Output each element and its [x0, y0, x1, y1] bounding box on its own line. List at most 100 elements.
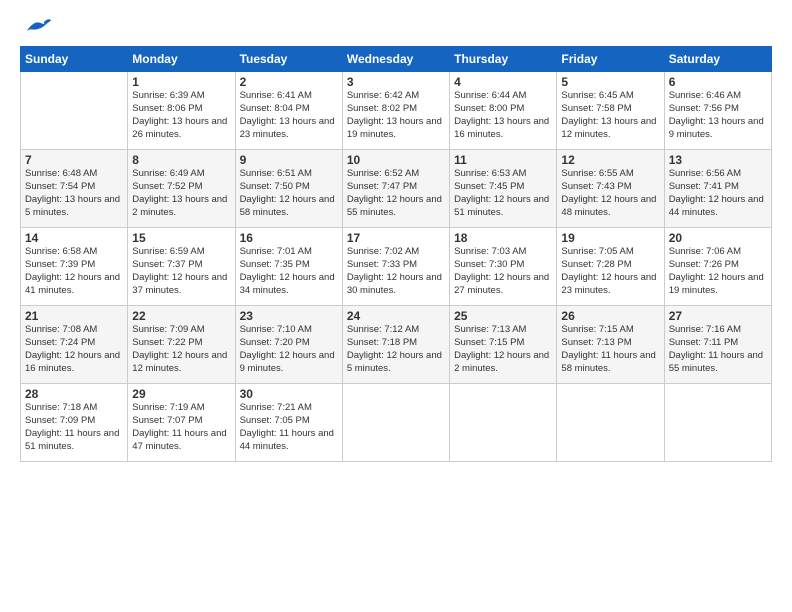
sunrise-text: Sunrise: 6:53 AM [454, 168, 526, 179]
daylight-text: Daylight: 12 hours and 55 minutes. [347, 194, 442, 218]
sunrise-text: Sunrise: 7:10 AM [240, 324, 312, 335]
sunset-text: Sunset: 7:54 PM [25, 181, 95, 192]
sunrise-text: Sunrise: 6:55 AM [561, 168, 633, 179]
page: SundayMondayTuesdayWednesdayThursdayFrid… [0, 0, 792, 612]
calendar-cell: 14Sunrise: 6:58 AMSunset: 7:39 PMDayligh… [21, 228, 128, 306]
sunset-text: Sunset: 7:56 PM [669, 103, 739, 114]
day-number: 24 [347, 309, 445, 323]
calendar-cell: 3Sunrise: 6:42 AMSunset: 8:02 PMDaylight… [342, 72, 449, 150]
daylight-text: Daylight: 12 hours and 12 minutes. [132, 350, 227, 374]
daylight-text: Daylight: 12 hours and 23 minutes. [561, 272, 656, 296]
day-number: 30 [240, 387, 338, 401]
calendar-cell: 26Sunrise: 7:15 AMSunset: 7:13 PMDayligh… [557, 306, 664, 384]
sunrise-text: Sunrise: 6:39 AM [132, 90, 204, 101]
weekday-header-thursday: Thursday [450, 47, 557, 72]
daylight-text: Daylight: 12 hours and 34 minutes. [240, 272, 335, 296]
calendar-cell: 5Sunrise: 6:45 AMSunset: 7:58 PMDaylight… [557, 72, 664, 150]
sunrise-text: Sunrise: 7:18 AM [25, 402, 97, 413]
sunset-text: Sunset: 8:06 PM [132, 103, 202, 114]
sunrise-text: Sunrise: 7:13 AM [454, 324, 526, 335]
sunset-text: Sunset: 7:58 PM [561, 103, 631, 114]
day-number: 11 [454, 153, 552, 167]
day-number: 8 [132, 153, 230, 167]
calendar-table: SundayMondayTuesdayWednesdayThursdayFrid… [20, 46, 772, 462]
calendar-cell: 10Sunrise: 6:52 AMSunset: 7:47 PMDayligh… [342, 150, 449, 228]
calendar-cell: 25Sunrise: 7:13 AMSunset: 7:15 PMDayligh… [450, 306, 557, 384]
sunset-text: Sunset: 7:22 PM [132, 337, 202, 348]
sunrise-text: Sunrise: 6:58 AM [25, 246, 97, 257]
calendar-cell: 20Sunrise: 7:06 AMSunset: 7:26 PMDayligh… [664, 228, 771, 306]
daylight-text: Daylight: 12 hours and 16 minutes. [25, 350, 120, 374]
sunrise-text: Sunrise: 6:51 AM [240, 168, 312, 179]
day-number: 25 [454, 309, 552, 323]
daylight-text: Daylight: 11 hours and 44 minutes. [240, 428, 334, 452]
calendar-cell: 30Sunrise: 7:21 AMSunset: 7:05 PMDayligh… [235, 384, 342, 462]
calendar-week-1: 1Sunrise: 6:39 AMSunset: 8:06 PMDaylight… [21, 72, 772, 150]
sunset-text: Sunset: 7:13 PM [561, 337, 631, 348]
calendar-cell [557, 384, 664, 462]
day-number: 21 [25, 309, 123, 323]
daylight-text: Daylight: 12 hours and 30 minutes. [347, 272, 442, 296]
sunset-text: Sunset: 7:24 PM [25, 337, 95, 348]
sunrise-text: Sunrise: 7:15 AM [561, 324, 633, 335]
sunset-text: Sunset: 7:15 PM [454, 337, 524, 348]
daylight-text: Daylight: 12 hours and 27 minutes. [454, 272, 549, 296]
day-number: 19 [561, 231, 659, 245]
sunset-text: Sunset: 7:37 PM [132, 259, 202, 270]
day-number: 17 [347, 231, 445, 245]
sunrise-text: Sunrise: 6:48 AM [25, 168, 97, 179]
day-number: 18 [454, 231, 552, 245]
weekday-header-row: SundayMondayTuesdayWednesdayThursdayFrid… [21, 47, 772, 72]
calendar-cell: 18Sunrise: 7:03 AMSunset: 7:30 PMDayligh… [450, 228, 557, 306]
day-number: 5 [561, 75, 659, 89]
day-number: 2 [240, 75, 338, 89]
calendar-cell: 11Sunrise: 6:53 AMSunset: 7:45 PMDayligh… [450, 150, 557, 228]
weekday-header-monday: Monday [128, 47, 235, 72]
header [20, 16, 772, 36]
calendar-week-2: 7Sunrise: 6:48 AMSunset: 7:54 PMDaylight… [21, 150, 772, 228]
sunrise-text: Sunrise: 7:12 AM [347, 324, 419, 335]
sunrise-text: Sunrise: 6:56 AM [669, 168, 741, 179]
calendar-cell: 2Sunrise: 6:41 AMSunset: 8:04 PMDaylight… [235, 72, 342, 150]
sunrise-text: Sunrise: 6:41 AM [240, 90, 312, 101]
day-number: 22 [132, 309, 230, 323]
day-number: 23 [240, 309, 338, 323]
day-number: 16 [240, 231, 338, 245]
daylight-text: Daylight: 12 hours and 41 minutes. [25, 272, 120, 296]
sunrise-text: Sunrise: 7:01 AM [240, 246, 312, 257]
sunset-text: Sunset: 7:18 PM [347, 337, 417, 348]
calendar-cell: 12Sunrise: 6:55 AMSunset: 7:43 PMDayligh… [557, 150, 664, 228]
calendar-cell [664, 384, 771, 462]
calendar-cell: 7Sunrise: 6:48 AMSunset: 7:54 PMDaylight… [21, 150, 128, 228]
calendar-week-5: 28Sunrise: 7:18 AMSunset: 7:09 PMDayligh… [21, 384, 772, 462]
calendar-week-4: 21Sunrise: 7:08 AMSunset: 7:24 PMDayligh… [21, 306, 772, 384]
calendar-week-3: 14Sunrise: 6:58 AMSunset: 7:39 PMDayligh… [21, 228, 772, 306]
day-number: 27 [669, 309, 767, 323]
sunset-text: Sunset: 8:02 PM [347, 103, 417, 114]
sunset-text: Sunset: 7:41 PM [669, 181, 739, 192]
day-number: 3 [347, 75, 445, 89]
daylight-text: Daylight: 12 hours and 37 minutes. [132, 272, 227, 296]
sunset-text: Sunset: 7:28 PM [561, 259, 631, 270]
day-number: 13 [669, 153, 767, 167]
daylight-text: Daylight: 13 hours and 9 minutes. [669, 116, 764, 140]
day-number: 9 [240, 153, 338, 167]
daylight-text: Daylight: 12 hours and 58 minutes. [240, 194, 335, 218]
weekday-header-wednesday: Wednesday [342, 47, 449, 72]
sunrise-text: Sunrise: 6:49 AM [132, 168, 204, 179]
daylight-text: Daylight: 13 hours and 12 minutes. [561, 116, 656, 140]
daylight-text: Daylight: 13 hours and 26 minutes. [132, 116, 227, 140]
daylight-text: Daylight: 11 hours and 58 minutes. [561, 350, 655, 374]
calendar-cell: 19Sunrise: 7:05 AMSunset: 7:28 PMDayligh… [557, 228, 664, 306]
daylight-text: Daylight: 11 hours and 47 minutes. [132, 428, 226, 452]
sunrise-text: Sunrise: 7:09 AM [132, 324, 204, 335]
sunrise-text: Sunrise: 7:06 AM [669, 246, 741, 257]
calendar-cell [342, 384, 449, 462]
sunset-text: Sunset: 7:09 PM [25, 415, 95, 426]
sunset-text: Sunset: 7:26 PM [669, 259, 739, 270]
sunrise-text: Sunrise: 7:21 AM [240, 402, 312, 413]
day-number: 14 [25, 231, 123, 245]
daylight-text: Daylight: 12 hours and 48 minutes. [561, 194, 656, 218]
sunrise-text: Sunrise: 7:03 AM [454, 246, 526, 257]
sunset-text: Sunset: 7:35 PM [240, 259, 310, 270]
